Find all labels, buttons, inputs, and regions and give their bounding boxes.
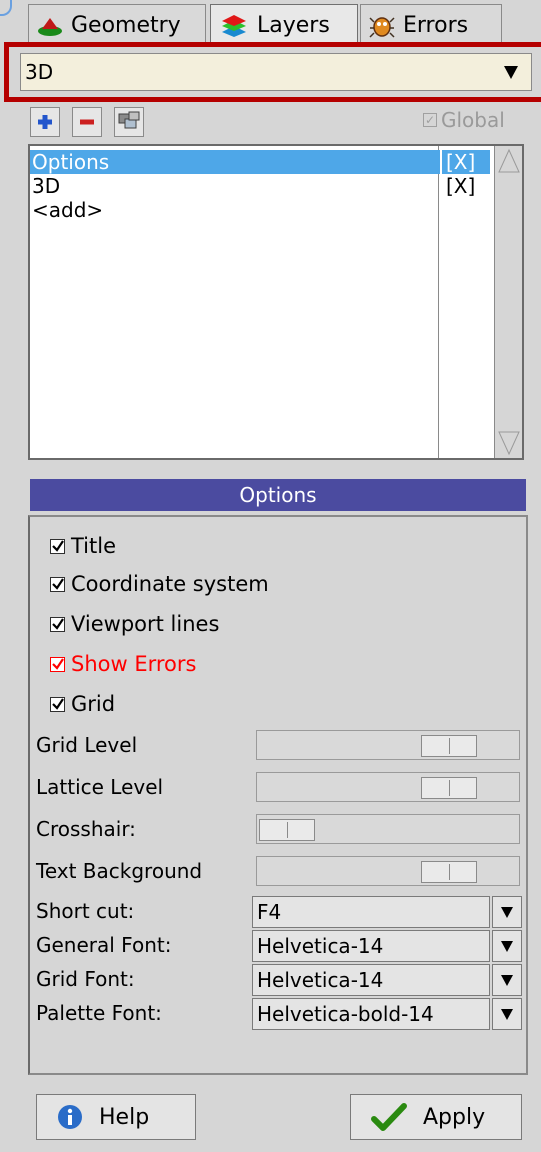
layers-stack-icon: [118, 111, 140, 129]
grid-level-slider[interactable]: [256, 730, 520, 760]
remove-layer-button[interactable]: [72, 107, 102, 137]
list-item[interactable]: <add>: [30, 198, 103, 222]
highlight-frame: [4, 42, 541, 102]
list-item[interactable]: 3D: [30, 174, 60, 198]
lattice-level-label: Lattice Level: [36, 775, 164, 799]
palette-font-label: Palette Font:: [36, 1001, 162, 1025]
grid-font-label: Grid Font:: [36, 967, 135, 991]
scroll-down-icon[interactable]: [497, 430, 521, 456]
add-layer-button[interactable]: [30, 107, 60, 137]
general-font-select[interactable]: Helvetica-14: [252, 930, 490, 962]
grid-level-label: Grid Level: [36, 733, 138, 757]
tab-label: Geometry: [71, 13, 181, 38]
help-button[interactable]: Help: [36, 1094, 196, 1140]
checkbox-label: Coordinate system: [71, 572, 269, 596]
checkbox-show-errors[interactable]: Show Errors: [50, 650, 196, 678]
check-icon: [50, 696, 65, 712]
slider-thumb[interactable]: [420, 777, 477, 799]
grid-font-select-arrow[interactable]: [492, 964, 522, 996]
errors-icon: [369, 16, 395, 38]
info-icon: [58, 1105, 82, 1129]
triangle-down-icon: [501, 975, 513, 986]
crosshair-label: Crosshair:: [36, 817, 136, 841]
layer-properties-button[interactable]: [114, 107, 144, 137]
plus-icon: [38, 115, 52, 129]
triangle-down-icon: [501, 941, 513, 952]
tab-label: Layers: [257, 13, 330, 38]
geometry-icon: [38, 17, 62, 36]
checkbox-label: Viewport lines: [71, 612, 220, 636]
column-divider: [438, 146, 439, 458]
text-background-slider[interactable]: [256, 856, 520, 886]
checkmark-icon: [371, 1103, 407, 1131]
tab-geometry[interactable]: Geometry: [28, 4, 206, 46]
slider-thumb[interactable]: [420, 735, 477, 757]
palette-font-select-arrow[interactable]: [492, 998, 522, 1030]
triangle-down-icon: [501, 1009, 513, 1020]
tab-errors[interactable]: Errors: [360, 4, 502, 46]
general-font-select-arrow[interactable]: [492, 930, 522, 962]
scroll-up-icon[interactable]: [497, 148, 521, 174]
lattice-level-slider[interactable]: [256, 772, 520, 802]
list-scrollbar[interactable]: [494, 146, 522, 458]
list-item-flag[interactable]: [X]: [442, 174, 490, 198]
checkbox-coordinate-system[interactable]: Coordinate system: [50, 570, 269, 598]
tab-label: Errors: [403, 13, 469, 38]
check-icon: [50, 656, 65, 672]
shortcut-select[interactable]: F4: [252, 896, 490, 928]
minus-icon: [80, 119, 94, 125]
palette-font-select[interactable]: Helvetica-bold-14: [252, 998, 490, 1030]
check-icon: [50, 538, 65, 554]
checkbox-label: Title: [71, 534, 117, 558]
options-header: Options: [30, 479, 526, 511]
layers-icon: [222, 14, 246, 37]
check-icon: [50, 576, 65, 592]
apply-label: Apply: [423, 1104, 486, 1130]
slider-thumb[interactable]: [420, 861, 477, 883]
checkbox-title[interactable]: Title: [50, 532, 116, 560]
global-checkbox[interactable]: ✓ Global: [423, 108, 505, 132]
global-label: Global: [441, 108, 505, 132]
checkbox-label: Grid: [71, 692, 116, 716]
check-icon: [50, 616, 65, 632]
apply-button[interactable]: Apply: [350, 1094, 522, 1140]
checkbox-grid[interactable]: Grid: [50, 690, 115, 718]
list-item[interactable]: Options: [30, 150, 440, 174]
triangle-down-icon: [501, 907, 513, 918]
list-item-flag[interactable]: [X]: [442, 150, 490, 174]
window-corner: [0, 0, 12, 16]
check-icon: ✓: [423, 113, 437, 127]
checkbox-label: Show Errors: [71, 652, 197, 676]
shortcut-label: Short cut:: [36, 899, 135, 923]
tab-layers[interactable]: Layers: [210, 4, 358, 46]
crosshair-slider[interactable]: [256, 814, 520, 844]
grid-font-select[interactable]: Helvetica-14: [252, 964, 490, 996]
slider-thumb[interactable]: [259, 819, 315, 841]
checkbox-viewport-lines[interactable]: Viewport lines: [50, 610, 219, 638]
help-label: Help: [99, 1104, 150, 1130]
general-font-label: General Font:: [36, 933, 172, 957]
shortcut-select-arrow[interactable]: [492, 896, 522, 928]
text-background-label: Text Background: [36, 859, 203, 883]
